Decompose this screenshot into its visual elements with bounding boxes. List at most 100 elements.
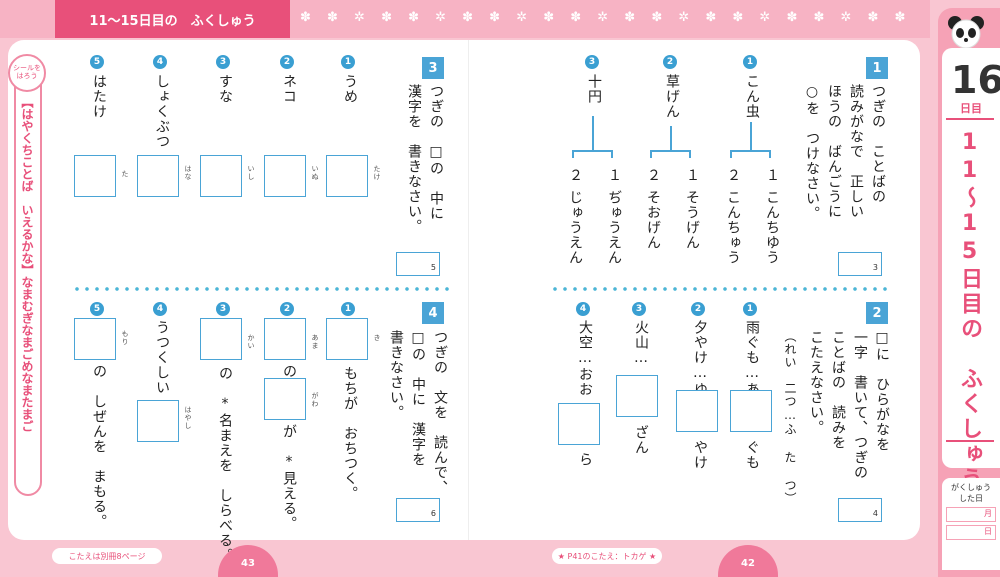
answer-box[interactable] [616, 375, 658, 417]
answer-box[interactable] [730, 390, 772, 432]
ruby-hint: はやし [184, 406, 192, 430]
ruby-hint: た [121, 170, 129, 178]
answer-box[interactable] [137, 155, 179, 197]
item-number: 2 [663, 55, 677, 69]
q3-instruction-line: 漢字を 書きなさい。 [406, 84, 422, 234]
study-date-box: がくしゅう した日 月 日 [942, 478, 1000, 570]
ruby-hint: き [373, 334, 381, 342]
ruby-hint: はな [184, 165, 192, 181]
q2-instruction-line: 一字 書いて、つぎの [852, 330, 868, 480]
q2-tail: やけ [692, 440, 708, 470]
date-field[interactable]: 日 [946, 525, 996, 540]
ruby-hint: もり [121, 330, 129, 346]
choice-number[interactable]: １ [604, 168, 624, 183]
branch-line [572, 150, 612, 152]
item-number: 1 [341, 302, 355, 316]
choice-reading: そおげん [645, 190, 661, 250]
choice-number[interactable]: ２ [643, 168, 663, 183]
ruby-hint: いぬ [311, 165, 319, 181]
q4-instruction-line: 書きなさい。 [388, 330, 404, 420]
month-field[interactable]: 月 [946, 507, 996, 522]
q4-sentence: の しぜんを まもる。 [91, 364, 107, 529]
day-number: 16 [951, 58, 1000, 102]
choice-reading: そうげん [684, 190, 700, 250]
answer-box[interactable] [326, 318, 368, 360]
branch-line [592, 116, 594, 150]
choice-number[interactable]: １ [762, 168, 782, 183]
branch-line [650, 150, 652, 158]
answer-box[interactable] [74, 155, 116, 197]
q2-word: 火山… [633, 320, 649, 367]
q2-tail: ざん [633, 425, 649, 455]
answer-box[interactable] [137, 400, 179, 442]
flower-decoration: ✽ ✽ ✲ ✽ ✽ ✲ ✽ ✽ ✲ ✽ ✽ ✲ ✽ ✽ ✲ ✽ ✽ ✲ ✽ ✽ … [300, 10, 920, 25]
score-box[interactable]: 5 [396, 252, 440, 276]
score-box[interactable]: 4 [838, 498, 882, 522]
item-number: 3 [585, 55, 599, 69]
choice-reading: ぢゅうえん [606, 190, 622, 265]
q2-instruction-line: ことばの 読みを [830, 330, 846, 450]
q4-particle: の [281, 364, 297, 379]
score-box[interactable]: 3 [838, 252, 882, 276]
item-number: 3 [216, 55, 230, 69]
q4-instruction-line: つぎの 文を 読んで、 [432, 330, 448, 495]
answer-box[interactable] [74, 318, 116, 360]
item-number: 5 [90, 55, 104, 69]
q1-instruction-line: ○を つけなさい。 [804, 84, 820, 221]
q2-word: 雨ぐも…あ [744, 320, 760, 397]
section-separator [550, 287, 890, 291]
choice-number[interactable]: ２ [723, 168, 743, 183]
item-number: 1 [341, 55, 355, 69]
item-number: 2 [280, 55, 294, 69]
choice-reading: こんちゅう [725, 190, 741, 265]
page-title: 11〜15日目の ふくしゅう [55, 0, 290, 38]
q3-word: うめ [342, 74, 358, 104]
q1-word: 十円 [586, 74, 602, 104]
q2-instruction-line: □に ひらがなを [874, 330, 890, 452]
branch-line [670, 126, 672, 150]
problem-number: 3 [422, 57, 444, 79]
problem-number: 2 [866, 302, 888, 324]
answer-box[interactable] [200, 155, 242, 197]
answer-box[interactable] [200, 318, 242, 360]
ruby-hint: たけ [373, 165, 381, 181]
ruby-hint: あま [311, 334, 319, 350]
ruby-hint: かい [247, 334, 255, 350]
answer-box[interactable] [558, 403, 600, 445]
sticker-spot[interactable]: シールを はろう [8, 54, 46, 92]
q3-word: すな [217, 74, 233, 104]
branch-line [730, 150, 770, 152]
choice-number[interactable]: ２ [565, 168, 585, 183]
page-number-right: 42 [718, 545, 778, 577]
q2-instruction-line: こたえなさい。 [808, 330, 824, 435]
item-number: 4 [153, 302, 167, 316]
q3-word: ネコ [281, 74, 297, 104]
choice-number[interactable]: １ [682, 168, 702, 183]
q2-tail: ら [577, 452, 593, 467]
branch-line [689, 150, 691, 158]
q3-instruction-line: つぎの □の 中に [428, 84, 444, 221]
item-number: 4 [576, 302, 590, 316]
q1-word: こん虫 [744, 74, 760, 119]
score-box[interactable]: 6 [396, 498, 440, 522]
previous-answer: ★ P41のこたえ：トカゲ ★ [552, 548, 662, 564]
item-number: 5 [90, 302, 104, 316]
branch-line [750, 122, 752, 150]
q4-sentence: うつくしい [154, 320, 170, 395]
answer-box[interactable] [264, 155, 306, 197]
panda-icon [948, 16, 984, 48]
q2-word: 大空…おお [577, 320, 593, 397]
answer-reference: こたえは別冊8ページ [52, 548, 162, 564]
answer-box[interactable] [264, 318, 306, 360]
q3-word: はたけ [91, 74, 107, 119]
answer-box[interactable] [676, 390, 718, 432]
item-number: 1 [743, 55, 757, 69]
item-number: 1 [743, 302, 757, 316]
choice-reading: こんちゆう [764, 190, 780, 265]
choice-reading: じゅうえん [567, 190, 583, 265]
problem-number: 4 [422, 302, 444, 324]
ruby-hint: いし [247, 165, 255, 181]
q1-word: 草げん [664, 74, 680, 119]
answer-box[interactable] [264, 378, 306, 420]
answer-box[interactable] [326, 155, 368, 197]
